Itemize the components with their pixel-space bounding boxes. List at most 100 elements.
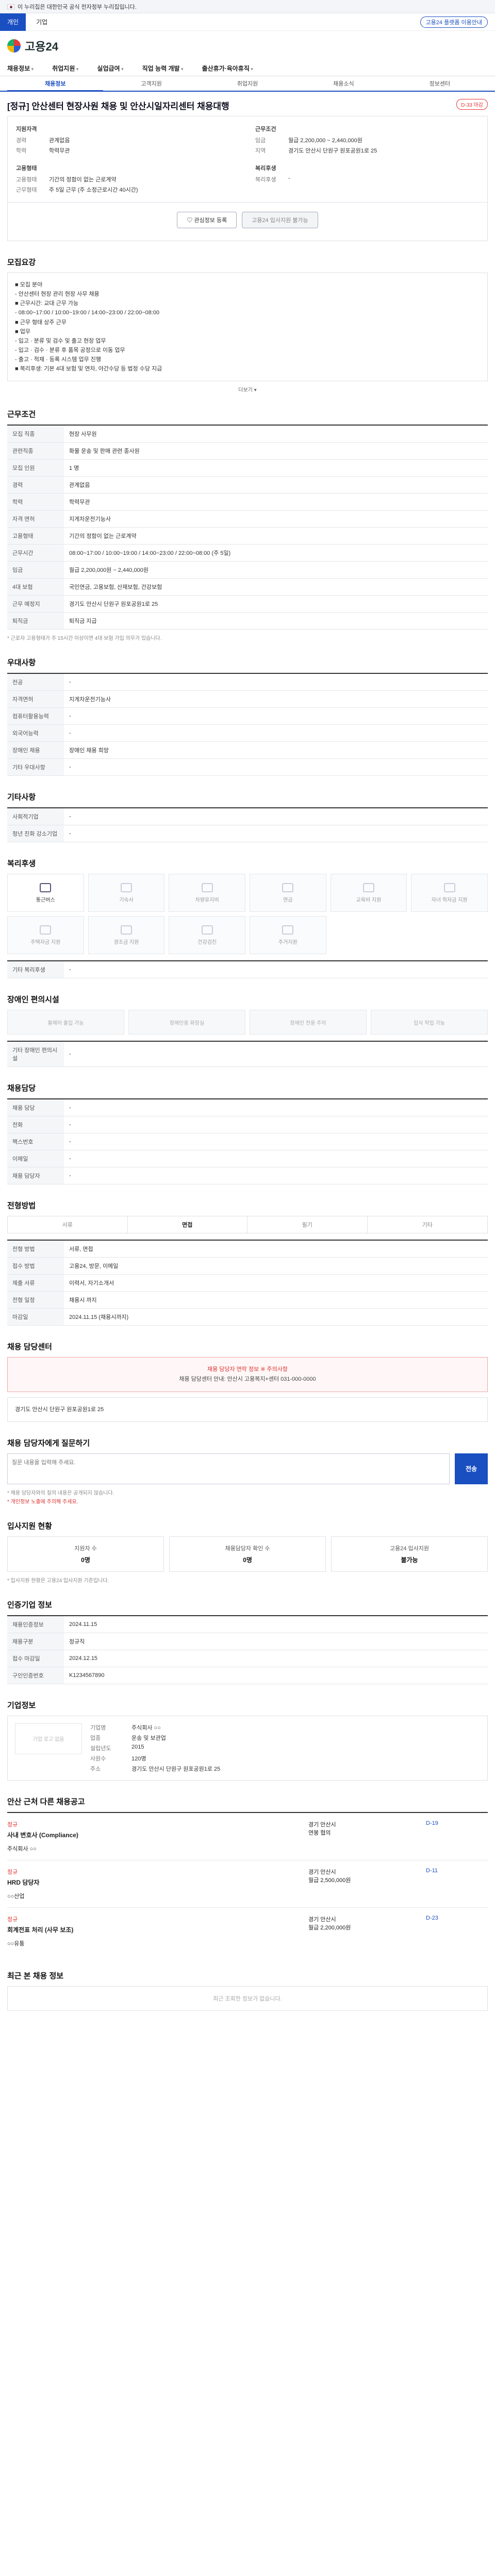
welfare-icon (362, 883, 374, 892)
table-row: 마감일 2024.11.15 (채용시까지) (7, 1308, 488, 1326)
section-title: 우대사항 (7, 658, 36, 668)
recommend-job[interactable]: 정규 사내 변호사 (Compliance) 주식회사 ○○ 경기 안산시 연봉 협의 D… (7, 1811, 488, 1860)
table-row: 팩스번호 - (7, 1133, 488, 1151)
row-value: - (64, 724, 488, 742)
row-label: 접수 방법 (7, 1257, 64, 1275)
etc-table: 사회적기업 - 청년 친화 강소기업 - (7, 807, 488, 843)
job-location: 경기 안산시 (308, 1869, 336, 1875)
job-tag: 정규 (7, 1821, 18, 1828)
row-label: 임금 (7, 561, 64, 579)
tab-item[interactable]: 채용소식 (295, 76, 391, 91)
nav-item[interactable]: 실업급여 (97, 64, 123, 73)
section-title: 최근 본 채용 정보 (7, 1971, 64, 1980)
apply-tab[interactable]: 면접 (127, 1216, 248, 1233)
stat-card: 채용담당자 확인 수 0명 (169, 1536, 326, 1572)
welfare-label: 연금 (283, 897, 293, 903)
send-button[interactable]: 전송 (455, 1453, 488, 1484)
job-pay: 월급 2,200,000원 (308, 1924, 351, 1931)
welfare-item: 교육비 지원 (330, 874, 407, 912)
summary-heading: 고용형태 (16, 165, 37, 172)
job-tag: 정규 (7, 1869, 18, 1875)
row-label: 전형 일정 (7, 1291, 64, 1309)
center-address: 경기도 안산시 단원구 원포공원1로 25 (7, 1397, 488, 1422)
preference-table: 전공 - 자격면허 지게차운전기능사 컴퓨터활용능력 - 외국어능력 - 장애인 채용 장애인 채… (7, 673, 488, 776)
job-title[interactable]: 사내 변호사 (Compliance) (7, 1831, 304, 1839)
logo-icon[interactable] (7, 39, 21, 53)
more-button[interactable]: 더보기 ▾ (7, 381, 488, 393)
recruit-line: - 입고 · 검수 · 분류 후 품목 공정으로 이동 업무 (15, 347, 125, 353)
row-value: - (64, 1099, 488, 1117)
question-input[interactable] (7, 1453, 450, 1484)
recommend-job[interactable]: 정규 HRD 담당자 ○○산업 경기 안산시 월급 2,500,000원 D-11 (7, 1859, 488, 1907)
row-label: 자격면허 (7, 690, 64, 708)
recruit-line: ■ 근무 형태 상주 근무 (15, 319, 67, 326)
nav-item[interactable]: 출산휴가·육아휴직 (202, 64, 253, 73)
field-label: 사원수 (90, 1755, 106, 1762)
table-row: 모집 직종 현장 사무원 (7, 425, 488, 443)
welfare-label: 주거지원 (278, 939, 298, 945)
tab-item[interactable]: 채용정보 (7, 76, 104, 92)
table-row: 경력 관계없음 (7, 476, 488, 494)
summary-heading: 근무조건 (255, 126, 276, 132)
row-value: 학력무관 (64, 493, 488, 511)
job-title[interactable]: HRD 담당자 (7, 1878, 304, 1887)
welfare-item: 경조금 지원 (88, 916, 165, 955)
favorite-button[interactable]: ♡ 관심정보 등록 (177, 212, 237, 228)
apply-tab[interactable]: 기타 (368, 1216, 488, 1233)
section-title: 장애인 편의시설 (7, 995, 59, 1005)
row-value: 정규직 (64, 1633, 488, 1650)
field-value: 월급 2,200,000 ~ 2,440,000원 (288, 138, 362, 144)
recent-empty: 최근 조회한 정보가 없습니다. (7, 1986, 488, 2011)
row-label: 자격 면허 (7, 510, 64, 528)
section-apply: 전형방법 서류 면접 필기 기타 전형 방법 서류, 면접 접수 방법 고용24, 방문, … (7, 1184, 488, 1326)
section-title: 안산 근처 다른 채용공고 (7, 1797, 85, 1806)
row-value: 지게차운전기능사 (64, 510, 488, 528)
disability-extra-value: - (64, 1041, 488, 1067)
recommend-job[interactable]: 정규 회계전표 처리 (사무 보조) ○○유통 경기 안산시 월급 2,200,000원… (7, 1907, 488, 1955)
field-label: 임금 (255, 138, 266, 144)
field-label: 학력 (16, 148, 27, 154)
apply-tab[interactable]: 서류 (8, 1216, 128, 1233)
row-label: 모집 인원 (7, 459, 64, 477)
apply-button[interactable]: 고용24 입사지원 불가능 (242, 212, 318, 228)
stats-note: * 입사지원 현황은 고용24 입사지원 기준입니다. (7, 1578, 109, 1584)
tab-item[interactable]: 정보센터 (392, 76, 488, 91)
section-title: 채용담당 (7, 1084, 36, 1093)
field-label: 근무형태 (16, 187, 37, 193)
row-label: 채용인증정보 (7, 1615, 64, 1633)
tab-item[interactable]: 고객지원 (103, 76, 199, 91)
welfare-label: 건강검진 (197, 939, 217, 945)
tab-item[interactable]: 취업지원 (200, 76, 295, 91)
table-row: 접수 방법 고용24, 방문, 이메일 (7, 1257, 488, 1275)
welfare-item: 자녀 학자금 지원 (411, 874, 488, 912)
section-recent: 최근 본 채용 정보 최근 조회한 정보가 없습니다. (7, 1955, 488, 2031)
welfare-item: 연금 (250, 874, 326, 912)
disability-extra-label: 기타 장애인 편의시설 (7, 1041, 64, 1067)
table-row: 외국어능력 - (7, 724, 488, 742)
row-label: 학력 (7, 493, 64, 511)
table-row: 채용구분 정규직 (7, 1633, 488, 1650)
nav-item[interactable]: 채용정보 (7, 64, 34, 73)
section-title: 기타사항 (7, 793, 36, 802)
row-value: - (64, 1167, 488, 1185)
welfare-item: 건강검진 (169, 916, 245, 955)
nav-item[interactable]: 취업지원 (52, 64, 78, 73)
platform-guide-link[interactable]: 고용24 플랫폼 이용안내 (420, 16, 488, 28)
table-row: 모집 인원 1 명 (7, 459, 488, 477)
row-label: 컴퓨터활용능력 (7, 707, 64, 725)
row-label: 마감일 (7, 1308, 64, 1326)
row-label: 전화 (7, 1116, 64, 1134)
field-value: 운송 및 보관업 (131, 1735, 166, 1741)
table-row: 기타 우대사항 - (7, 758, 488, 776)
disability-item: 입식 작업 가능 (371, 1010, 488, 1035)
field-value: 120명 (131, 1755, 146, 1762)
welfare-icon (443, 883, 455, 892)
row-value: 화물 운송 및 판매 관련 종사원 (64, 442, 488, 460)
job-title[interactable]: 회계전표 처리 (사무 보조) (7, 1925, 304, 1934)
tab-corp[interactable]: 기업 (36, 18, 47, 26)
apply-tab[interactable]: 필기 (248, 1216, 368, 1233)
tab-personal[interactable]: 개인 (0, 13, 26, 31)
row-value: - (64, 758, 488, 776)
brand[interactable]: 고용24 (25, 38, 58, 54)
nav-item[interactable]: 직업 능력 개발 (142, 64, 184, 73)
